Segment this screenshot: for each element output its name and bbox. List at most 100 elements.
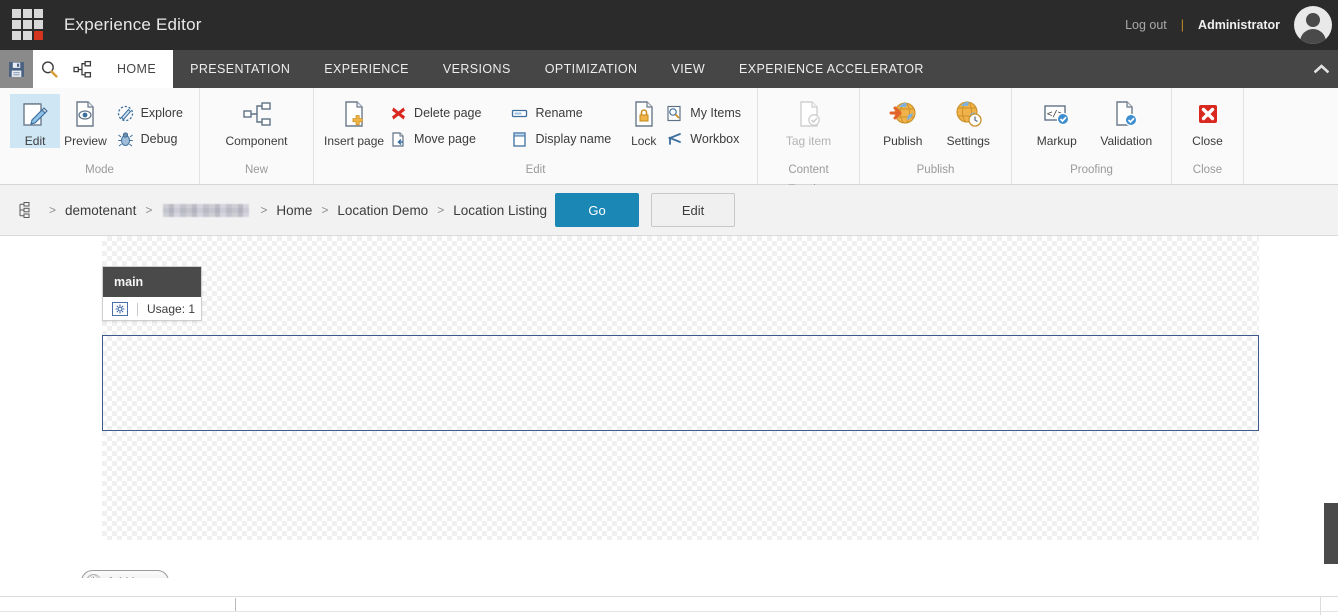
validation-button[interactable]: Validation <box>1092 94 1162 148</box>
markup-button[interactable]: </> Markup <box>1022 94 1092 148</box>
add-here-label: Add here <box>107 575 156 579</box>
tag-item-button[interactable]: Tag item <box>768 94 849 148</box>
rename-icon <box>511 105 528 122</box>
my-items-label: My Items <box>690 106 741 120</box>
explore-button[interactable]: Explore <box>111 100 189 126</box>
breadcrumb-separator: > <box>49 203 56 217</box>
placeholder-settings-gear-icon[interactable] <box>112 302 128 316</box>
publish-button[interactable]: Publish <box>870 94 936 148</box>
insert-page-button[interactable]: Insert page <box>324 94 384 148</box>
move-page-icon <box>390 131 407 148</box>
quick-access-toolbar <box>0 50 100 88</box>
publish-label: Publish <box>883 134 922 148</box>
publish-settings-globe-icon <box>952 98 984 130</box>
tab-experience-accelerator[interactable]: EXPERIENCE ACCELERATOR <box>722 50 941 88</box>
breadcrumb-bar: > demotenant > > Home > Location Demo > … <box>0 185 1338 236</box>
markup-code-check-icon: </> <box>1041 98 1073 130</box>
top-bar: Experience Editor Log out | Administrato… <box>0 0 1338 50</box>
mode-small-buttons: Explore Debug <box>111 94 189 152</box>
breadcrumb-separator: > <box>145 203 152 217</box>
vertical-scrollbar-thumb[interactable] <box>1324 503 1338 564</box>
save-icon[interactable] <box>0 50 33 88</box>
workbox-button[interactable]: Workbox <box>660 126 747 152</box>
explore-label: Explore <box>141 106 183 120</box>
tab-presentation[interactable]: PRESENTATION <box>173 50 307 88</box>
breadcrumb-item-location-demo[interactable]: Location Demo <box>337 203 428 218</box>
my-items-button[interactable]: My Items <box>660 100 747 126</box>
rename-button[interactable]: Rename <box>505 100 617 126</box>
content-tree-icon[interactable] <box>14 201 32 219</box>
user-name[interactable]: Administrator <box>1198 18 1280 32</box>
component-button[interactable]: Component <box>215 94 299 148</box>
breadcrumb-item-home[interactable]: Home <box>276 203 312 218</box>
app-title: Experience Editor <box>64 15 202 35</box>
edit-mode-button[interactable]: Edit <box>10 94 60 148</box>
publish-settings-button[interactable]: Settings <box>936 94 1002 148</box>
add-here-button[interactable]: + Add here <box>81 570 169 578</box>
topbar-separator: | <box>1181 18 1184 32</box>
component-label: Component <box>225 134 287 148</box>
tab-label: VIEW <box>671 62 705 76</box>
preview-eye-page-icon <box>69 98 101 130</box>
breadcrumb-item-demotenant[interactable]: demotenant <box>65 203 136 218</box>
edit-mode-label: Edit <box>25 134 46 148</box>
breadcrumb-item-location-listing[interactable]: Location Listing <box>453 203 547 218</box>
tab-versions[interactable]: VERSIONS <box>426 50 528 88</box>
close-button[interactable]: Close <box>1182 94 1233 148</box>
preview-mode-button[interactable]: Preview <box>60 94 110 148</box>
markup-label: Markup <box>1037 134 1077 148</box>
ribbon-group-proofing: </> Markup Validation <box>1012 88 1172 184</box>
tab-experience[interactable]: EXPERIENCE <box>307 50 426 88</box>
ribbon-group-close: Close Close <box>1172 88 1244 184</box>
breadcrumb-item-redacted[interactable] <box>163 204 249 217</box>
chevron-up-icon[interactable] <box>1304 50 1338 88</box>
tag-item-icon <box>793 98 825 130</box>
tab-label: PRESENTATION <box>190 62 290 76</box>
ribbon-group-label-edit: Edit <box>324 160 747 182</box>
go-button[interactable]: Go <box>555 193 639 227</box>
tab-home[interactable]: HOME <box>100 50 173 88</box>
close-red-x-icon <box>1192 98 1224 130</box>
breadcrumb-separator: > <box>321 203 328 217</box>
main-placeholder-region[interactable] <box>102 335 1259 431</box>
close-label: Close <box>1192 134 1223 148</box>
bottom-divider <box>0 596 1338 597</box>
bottom-right-corner <box>1320 597 1338 615</box>
my-items-icon <box>666 105 683 122</box>
debug-button[interactable]: Debug <box>111 126 189 152</box>
tab-label: VERSIONS <box>443 62 511 76</box>
ribbon-group-label-publish: Publish <box>870 160 1001 182</box>
validation-page-check-icon <box>1110 98 1142 130</box>
display-name-icon <box>511 131 528 148</box>
vertical-scrollbar-track[interactable] <box>1322 236 1338 578</box>
tab-optimization[interactable]: OPTIMIZATION <box>528 50 655 88</box>
search-icon[interactable] <box>33 50 66 88</box>
ribbon-group-label-new: New <box>210 160 303 182</box>
move-page-label: Move page <box>414 132 476 146</box>
display-name-button[interactable]: Display name <box>505 126 617 152</box>
breadcrumb-edit-button[interactable]: Edit <box>651 193 735 227</box>
tab-view[interactable]: VIEW <box>654 50 722 88</box>
explore-icon <box>117 105 134 122</box>
debug-label: Debug <box>141 132 178 146</box>
move-page-button[interactable]: Move page <box>384 126 487 152</box>
validation-label: Validation <box>1100 134 1152 148</box>
delete-page-label: Delete page <box>414 106 481 120</box>
logout-link[interactable]: Log out <box>1125 18 1167 32</box>
placeholder-card-body: Usage: 1 <box>103 297 201 321</box>
preview-mode-label: Preview <box>64 134 107 148</box>
bottom-divider-tick <box>235 598 236 611</box>
navigate-tree-icon[interactable] <box>66 50 99 88</box>
edit-small-col-1: Delete page Move page <box>384 94 487 152</box>
workbox-label: Workbox <box>690 132 739 146</box>
delete-page-button[interactable]: Delete page <box>384 100 487 126</box>
sitecore-grid-logo-icon[interactable] <box>12 9 44 41</box>
placeholder-card-divider <box>137 303 138 316</box>
lock-button[interactable]: Lock <box>627 94 660 148</box>
edit-small-col-3: My Items Workbox <box>660 94 747 152</box>
insert-page-icon <box>338 98 370 130</box>
ribbon-group-label-content-tagging: Content Tagging <box>768 160 849 182</box>
publish-globe-icon <box>887 98 919 130</box>
placeholder-usage-label: Usage: 1 <box>147 302 195 316</box>
user-avatar-icon[interactable] <box>1294 6 1332 44</box>
